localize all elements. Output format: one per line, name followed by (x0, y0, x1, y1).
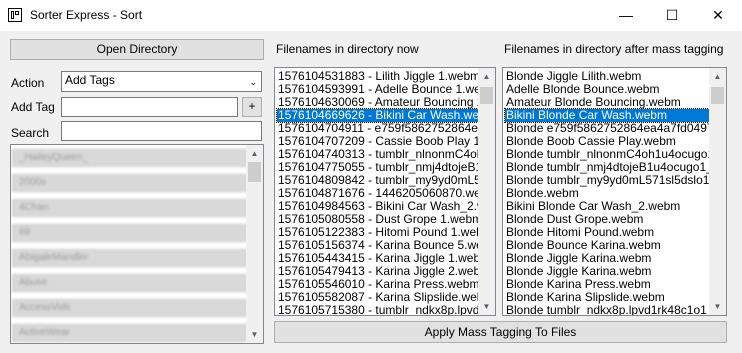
current-filenames-header: Filenames in directory now (276, 42, 419, 56)
open-directory-button[interactable]: Open Directory (10, 39, 264, 60)
list-item[interactable]: 1576104809842 - tumblr_my9yd0mL571sl (277, 174, 478, 187)
close-button[interactable]: ✕ (695, 0, 741, 31)
scroll-down-icon[interactable]: ▼ (709, 298, 726, 315)
list-item[interactable]: 1576105546010 - Karina Press.webm (277, 278, 478, 291)
tag-button[interactable]: 69 (12, 224, 247, 242)
list-item[interactable]: 1576104707209 - Cassie Boob Play 1.web (277, 135, 478, 148)
list-item[interactable]: 1576105080558 - Dust Grope 1.webm (277, 213, 478, 226)
list-item[interactable]: Bikini Blonde Car Wash_2.webm (505, 200, 709, 213)
list-item[interactable]: 1576104593991 - Adelle Bounce 1.webm (277, 83, 478, 96)
after-list-scrollbar[interactable]: ▲ ▼ (709, 68, 726, 315)
list-item[interactable]: Blonde Karina Slipslide.webm (505, 291, 709, 304)
add-tag-label: Add Tag (11, 100, 55, 114)
list-item[interactable]: 1576104669626 - Bikini Car Wash.webm (276, 108, 479, 123)
scroll-up-icon[interactable]: ▲ (709, 68, 726, 85)
list-item[interactable]: Blonde Dust Grope.webm (505, 213, 709, 226)
tag-button[interactable]: Abuse (12, 274, 247, 292)
list-item[interactable]: Adelle Blonde Bounce.webm (505, 83, 709, 96)
list-item[interactable]: 1576104984563 - Bikini Car Wash_2.webm (277, 200, 478, 213)
list-item[interactable]: Blonde Hitomi Pound.webm (505, 226, 709, 239)
list-item[interactable]: 1576104775055 - tumblr_nmj4dtojeB1u4c (277, 161, 478, 174)
maximize-button[interactable]: ☐ (649, 0, 695, 31)
list-item[interactable]: 1576105443415 - Karina Jiggle 1.webm (277, 252, 478, 265)
tag-list-scrollbar[interactable]: ▲ ▼ (246, 145, 263, 343)
list-item[interactable]: Amateur Blonde Bouncing.webm (505, 96, 709, 109)
scroll-thumb[interactable] (248, 162, 261, 182)
list-item[interactable]: Blonde.webm (505, 187, 709, 200)
list-item[interactable]: 1576104704911 - e759f5862752864ea4a7 (277, 122, 478, 135)
list-item[interactable]: Bikini Blonde Car Wash.webm (504, 108, 710, 123)
add-tag-input[interactable] (61, 97, 238, 117)
list-item[interactable]: Blonde tumblr_my9yd0mL571sl5dslo1_400 (505, 174, 709, 187)
tag-button[interactable]: ActiveWear (12, 324, 247, 342)
search-label: Search (11, 126, 50, 140)
action-label: Action (11, 76, 45, 90)
list-item[interactable]: Blonde tumblr_nmj4dtojeB1u4ocugo1_400 (505, 161, 709, 174)
tag-button[interactable]: AbigaleMandler (12, 249, 247, 267)
list-item[interactable]: 1576104531883 - Lilith Jiggle 1.webm (277, 70, 478, 83)
list-item[interactable]: 1576104740313 - tumblr_nlnonmC4oh1u4c (277, 148, 478, 161)
list-item[interactable]: Blonde Karina Press.webm (505, 278, 709, 291)
app-icon (8, 8, 22, 22)
list-item[interactable]: Blonde Jiggle Karina.webm (505, 265, 709, 278)
minimize-button[interactable]: — (603, 0, 649, 31)
list-item[interactable]: 1576104871676 - 1446205060870.webm (277, 187, 478, 200)
list-item[interactable]: Blonde Boob Cassie Play.webm (505, 135, 709, 148)
window-title: Sorter Express - Sort (30, 8, 143, 22)
list-item[interactable]: Blonde tumblr_nlnonmC4oh1u4ocugo1_40 (505, 148, 709, 161)
add-tag-button[interactable]: + (242, 97, 262, 117)
after-tagging-header: Filenames in directory after mass taggin… (504, 42, 724, 56)
scroll-up-icon[interactable]: ▲ (478, 68, 495, 85)
list-item[interactable]: Blonde tumblr_ndkx8p.lpvd1rk48c1o1_500 (505, 304, 709, 315)
tag-button[interactable]: 2000s (12, 174, 247, 192)
list-item[interactable]: Blonde Jiggle Karina.webm (505, 252, 709, 265)
action-select[interactable]: Add Tags ⌄ (61, 71, 262, 92)
tag-button[interactable]: _HaileyQueen_ (12, 149, 247, 167)
after-tagging-filenames-list[interactable]: Blonde tumblr_ndkx8p.lpvd1rk48c1o1_500Bl… (502, 67, 727, 316)
scroll-down-icon[interactable]: ▼ (478, 298, 495, 315)
tag-list[interactable]: _HaileyQueen_ 2000s 4Chan 69 AbigaleMand… (10, 144, 264, 344)
list-item[interactable]: Blonde Jiggle Lilith.webm (505, 70, 709, 83)
tag-button[interactable]: AccessVids (12, 299, 247, 317)
title-bar: Sorter Express - Sort — ☐ ✕ (0, 0, 742, 31)
scroll-thumb[interactable] (480, 87, 493, 104)
list-item[interactable]: 1576105479413 - Karina Jiggle 2.webm (277, 265, 478, 278)
list-item[interactable]: 1576105715380 - tumblr_ndkx8p.lpvd1rk4 (277, 304, 478, 315)
list-item[interactable]: 1576104630069 - Amateur Bouncing 2.webm (277, 96, 478, 109)
action-value: Add Tags (65, 73, 115, 87)
current-filenames-list[interactable]: 1576105715380 - tumblr_ndkx8p.lpvd1rk415… (274, 67, 496, 316)
search-input[interactable] (61, 121, 262, 141)
scroll-up-icon[interactable]: ▲ (246, 145, 263, 162)
list-item[interactable]: 1576105156374 - Karina Bounce 5.webm (277, 239, 478, 252)
chevron-down-icon: ⌄ (249, 77, 257, 87)
list-item[interactable]: 1576105122383 - Hitomi Pound 1.webm (277, 226, 478, 239)
tag-button[interactable]: 4Chan (12, 199, 247, 217)
list-item[interactable]: Blonde Bounce Karina.webm (505, 239, 709, 252)
apply-mass-tagging-button[interactable]: Apply Mass Tagging To Files (274, 321, 727, 343)
scroll-down-icon[interactable]: ▼ (246, 326, 263, 343)
scroll-thumb[interactable] (711, 87, 724, 104)
list-item[interactable]: 1576105582087 - Karina Slipslide.webm (277, 291, 478, 304)
list-item[interactable]: Blonde e759f5862752864ea4a7fd0497f405 (505, 122, 709, 135)
current-list-scrollbar[interactable]: ▲ ▼ (478, 68, 495, 315)
